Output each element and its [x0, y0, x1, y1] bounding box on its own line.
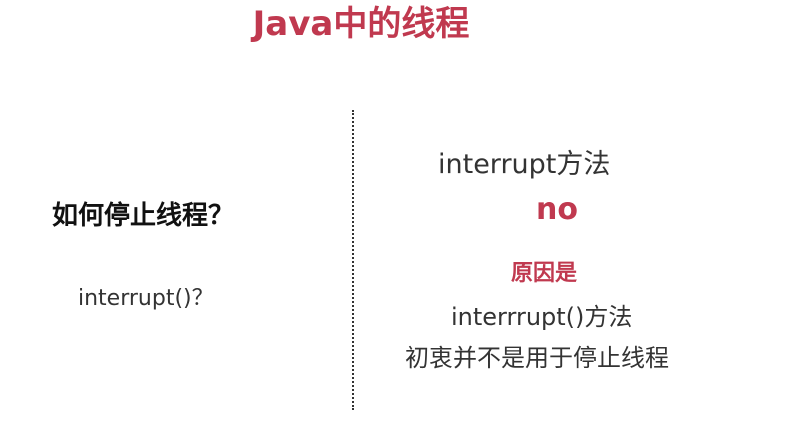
question-subtext: interrupt()？: [78, 286, 214, 311]
slide-title: Java中的线程: [252, 4, 470, 44]
answer-no: no: [536, 192, 578, 227]
reason-line-1: interrrupt()方法: [451, 303, 633, 331]
dotted-divider: [352, 110, 354, 410]
answer-heading: interrupt方法: [438, 149, 611, 180]
question-heading: 如何停止线程？: [52, 201, 235, 231]
reason-line-2: 初衷并不是用于停止线程: [405, 344, 669, 372]
reason-label: 原因是: [511, 261, 578, 286]
